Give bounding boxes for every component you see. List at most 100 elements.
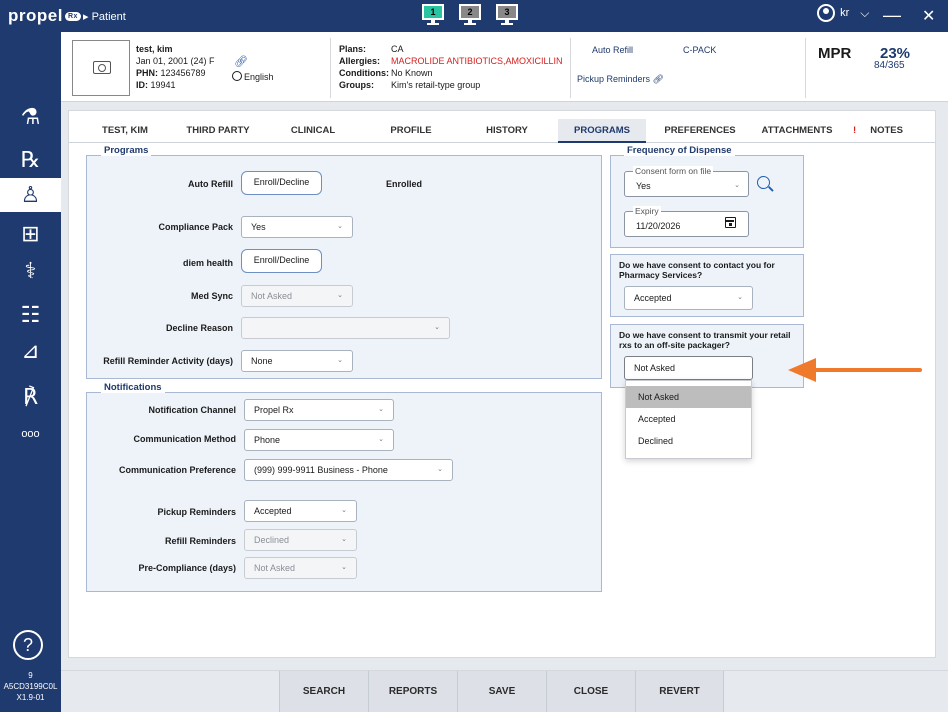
rx-icon: ℞	[20, 147, 41, 172]
mpr-days: 84/365	[874, 60, 905, 71]
user-initials: kr	[840, 7, 850, 19]
sidebar-item-inventory[interactable]: ⊿	[0, 334, 61, 368]
annotation-arrow-icon	[788, 358, 922, 382]
allergies-value: MACROLIDE ANTIBIOTICS,AMOXICILLIN	[391, 56, 563, 66]
stethoscope-icon: ⚕	[24, 258, 37, 283]
sidebar-item-groups[interactable]: ☷	[0, 298, 61, 332]
tab-notes[interactable]: ! NOTES	[845, 119, 911, 143]
tab-preferences[interactable]: PREFERENCES	[657, 119, 743, 143]
auto-refill-link[interactable]: Auto Refill	[592, 45, 633, 55]
diem-health-label: diem health	[182, 258, 233, 268]
link-icon: 🔗︎	[652, 74, 664, 84]
consent-contact-select[interactable]: Accepted ⌄	[624, 286, 753, 310]
refill-reminder-activity-label: Refill Reminder Activity (days)	[103, 356, 233, 366]
help-button[interactable]: ?	[13, 630, 43, 660]
pre-compliance-label: Pre-Compliance (days)	[138, 563, 236, 573]
diem-health-enroll-button[interactable]: Enroll/Decline	[241, 249, 322, 273]
dropdown-option-declined[interactable]: Declined	[626, 430, 751, 452]
decline-reason-select[interactable]: ⌄	[241, 317, 450, 339]
dropdown-option-not-asked[interactable]: Not Asked	[626, 386, 751, 408]
globe-icon	[232, 71, 242, 81]
auto-refill-label: Auto Refill	[188, 179, 233, 189]
patient-header: test, kim Jan 01, 2001 (24) F PHN: 12345…	[61, 32, 948, 102]
breadcrumb[interactable]: ▸ Patient	[83, 10, 126, 23]
patient-icon: ♙	[20, 182, 41, 207]
cpack-link[interactable]: C-PACK	[683, 45, 716, 55]
frequency-title: Frequency of Dispense	[624, 145, 735, 156]
communication-method-select[interactable]: Phone ⌄	[244, 429, 394, 451]
consent-contact-question: Do we have consent to contact you for Ph…	[619, 260, 775, 280]
mortar-icon: ⚗	[20, 104, 41, 129]
med-sync-select[interactable]: Not Asked ⌄	[241, 285, 353, 307]
compliance-pack-label: Compliance Pack	[158, 222, 233, 232]
search-icon[interactable]	[757, 176, 770, 189]
conditions-value: No Known	[391, 68, 433, 78]
close-button[interactable]: CLOSE	[546, 671, 635, 712]
communication-preference-select[interactable]: (999) 999-9911 Business - Phone ⌄	[244, 459, 453, 481]
tab-test-kim[interactable]: TEST, KIM	[91, 119, 159, 143]
chevron-down-icon: ⌄	[337, 357, 343, 364]
chevron-down-icon: ⌄	[341, 507, 347, 514]
sidebar-item-patient[interactable]: ♙	[0, 178, 61, 212]
tab-history[interactable]: HISTORY	[473, 119, 541, 143]
close-window-button[interactable]: ✕	[922, 6, 935, 26]
sidebar-item-rx[interactable]: ℞	[0, 143, 61, 177]
sidebar-item-dispensing[interactable]: ⚗	[0, 100, 61, 134]
revert-button[interactable]: REVERT	[635, 671, 724, 712]
header-divider	[330, 38, 331, 98]
notifications-title: Notifications	[101, 382, 165, 393]
pickup-reminders-select[interactable]: Accepted ⌄	[244, 500, 357, 522]
tab-profile[interactable]: PROFILE	[377, 119, 445, 143]
patient-photo[interactable]	[72, 40, 130, 96]
chevron-down-icon: ⌄	[341, 564, 347, 571]
tab-programs[interactable]: PROGRAMS	[558, 119, 646, 143]
patient-phn: 123456789	[160, 68, 206, 78]
consent-transmit-select[interactable]: Not Asked	[624, 356, 753, 380]
top-bar: propel Rx ▸ Patient 1 2 3 kr ⌵ — ✕	[0, 0, 948, 32]
bottom-action-bar: SEARCH REPORTS SAVE CLOSE REVERT	[61, 670, 948, 712]
monitor-2-icon[interactable]: 2	[459, 4, 481, 26]
tab-attachments[interactable]: ATTACHMENTS	[754, 119, 840, 143]
notification-channel-select[interactable]: Propel Rx ⌄	[244, 399, 394, 421]
monitor-1-icon[interactable]: 1	[422, 4, 444, 26]
sidebar: ⚗ ℞ ♙ ⊞ ⚕ ☷ ⊿ ℟ ooo ? 9 A5CD3199C0L X1.9…	[0, 32, 61, 712]
calendar-icon[interactable]	[725, 217, 736, 228]
patient-name: test, kim	[136, 44, 173, 54]
sidebar-item-more[interactable]: ooo	[0, 417, 61, 451]
pickup-reminders-link[interactable]: Pickup Reminders 🔗︎	[577, 74, 664, 85]
refill-reminder-activity-select[interactable]: None ⌄	[241, 350, 353, 372]
sidebar-item-prescriber[interactable]: ℟	[0, 380, 61, 414]
expiry-label: Expiry	[633, 206, 661, 216]
tab-clinical[interactable]: CLINICAL	[277, 119, 349, 143]
patient-tabs: TEST, KIM THIRD PARTY CLINICAL PROFILE H…	[69, 119, 935, 143]
dropdown-option-accepted[interactable]: Accepted	[626, 408, 751, 430]
user-menu[interactable]: kr ⌵	[817, 4, 869, 22]
minimize-button[interactable]: —	[883, 5, 901, 26]
sidebar-item-clinical[interactable]: ⚕	[0, 254, 61, 288]
monitor-3-icon[interactable]: 3	[496, 4, 518, 26]
reports-button[interactable]: REPORTS	[368, 671, 457, 712]
header-divider	[805, 38, 806, 98]
link-icon[interactable]: 🔗︎	[234, 55, 248, 68]
refill-reminders-select[interactable]: Declined ⌄	[244, 529, 357, 551]
patient-id: 19941	[150, 80, 176, 90]
auto-refill-enroll-button[interactable]: Enroll/Decline	[241, 171, 322, 195]
compliance-pack-select[interactable]: Yes ⌄	[241, 216, 353, 238]
pre-compliance-select[interactable]: Not Asked ⌄	[244, 557, 357, 579]
save-button[interactable]: SAVE	[457, 671, 546, 712]
consent-form-select[interactable]: Consent form on file Yes ⌄	[624, 166, 749, 197]
patient-info: test, kim Jan 01, 2001 (24) F PHN: 12345…	[136, 44, 215, 90]
version-info: 9 A5CD3199C0L X1.9-01	[3, 671, 58, 702]
group-icon: ☷	[20, 302, 41, 327]
pill-box-icon: ⊞	[21, 221, 40, 246]
sidebar-item-compliance[interactable]: ⊞	[0, 217, 61, 251]
communication-preference-label: Communication Preference	[118, 465, 236, 475]
search-button[interactable]: SEARCH	[279, 671, 368, 712]
patient-plans: Plans: CA Allergies: MACROLIDE ANTIBIOTICS…	[339, 44, 563, 90]
breadcrumb-patient: Patient	[91, 11, 126, 23]
pickup-reminders-label: Pickup Reminders	[157, 507, 236, 517]
consent-transmit-dropdown: Not Asked Accepted Declined	[625, 380, 752, 459]
chevron-down-icon: ⌄	[437, 466, 443, 473]
tab-third-party[interactable]: THIRD PARTY	[175, 119, 261, 143]
chevron-down-icon: ⌄	[337, 292, 343, 299]
